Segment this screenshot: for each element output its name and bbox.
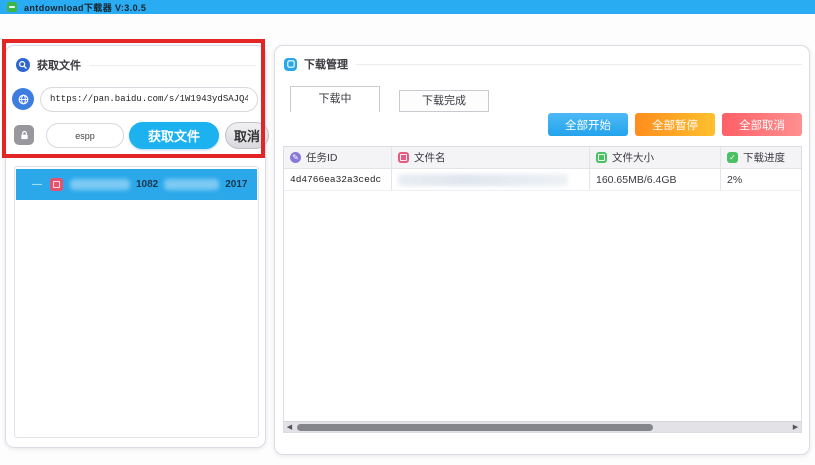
section-divider — [356, 64, 802, 65]
filename-fragment: 2017 — [225, 179, 247, 190]
scroll-left-icon[interactable]: ◀ — [284, 422, 295, 433]
fetch-section-title: 获取文件 — [37, 57, 81, 73]
scrollbar-track[interactable] — [295, 422, 790, 433]
app-logo-icon — [7, 2, 17, 12]
manage-section-title: 下载管理 — [304, 56, 348, 72]
column-file-size: 文件大小 — [590, 147, 721, 168]
task-id-icon: ✎ — [290, 152, 301, 163]
download-row[interactable]: 4d4766ea32a3cedc 160.65MB/6.4GB 2% — [284, 169, 801, 191]
cancel-all-button[interactable]: 全部取消 — [722, 113, 802, 136]
cell-file-size: 160.65MB/6.4GB — [590, 169, 721, 190]
column-task-id: ✎ 任务ID — [284, 147, 392, 168]
redacted-filename-blob — [398, 174, 568, 186]
url-row — [12, 86, 262, 112]
tree-collapse-icon[interactable]: — — [32, 179, 42, 190]
file-size-icon — [596, 152, 607, 163]
manage-section-header: 下载管理 — [284, 56, 802, 72]
pause-all-button[interactable]: 全部暂停 — [635, 113, 715, 136]
download-table: ✎ 任务ID 文件名 文件大小 ✓ 下载进度 4d4766ea32a3cedc … — [283, 146, 802, 433]
lock-icon — [14, 125, 34, 145]
scrollbar-thumb[interactable] — [297, 424, 653, 431]
progress-check-icon: ✓ — [727, 152, 738, 163]
scroll-right-icon[interactable]: ▶ — [790, 422, 801, 433]
file-tree-list[interactable]: — 1082 2017 — [14, 166, 259, 438]
redacted-filename-blob — [164, 179, 219, 190]
cell-task-id: 4d4766ea32a3cedc — [284, 169, 392, 190]
cancel-button[interactable]: 取消 — [225, 122, 269, 149]
cell-file-name — [392, 169, 590, 190]
download-manager-panel: 下载管理 下载中 下载完成 全部开始 全部暂停 全部取消 ✎ 任务ID 文件名 … — [274, 45, 810, 455]
fetch-section-header: 获取文件 — [16, 57, 256, 73]
cell-progress: 2% — [721, 169, 801, 190]
fetch-file-panel: 获取文件 获取文件 取消 — 1082 — [5, 45, 266, 448]
bulk-action-buttons: 全部开始 全部暂停 全部取消 — [548, 113, 802, 136]
column-progress: ✓ 下载进度 — [721, 147, 801, 168]
tab-downloading[interactable]: 下载中 — [290, 86, 380, 112]
search-icon — [16, 58, 30, 72]
redacted-filename-blob — [70, 179, 130, 190]
download-manager-icon — [284, 58, 297, 71]
tab-completed[interactable]: 下载完成 — [399, 90, 489, 112]
file-type-icon — [50, 178, 63, 191]
titlebar: antdownload下载器 V:3.0.5 — [0, 0, 815, 14]
file-name-icon — [398, 152, 409, 163]
horizontal-scrollbar[interactable]: ◀ ▶ — [284, 421, 801, 432]
selected-file-item[interactable]: — 1082 2017 — [16, 169, 257, 200]
share-url-input[interactable] — [40, 87, 258, 112]
extract-code-input[interactable] — [46, 123, 124, 148]
fetch-file-button[interactable]: 获取文件 — [129, 122, 219, 149]
table-header-row: ✎ 任务ID 文件名 文件大小 ✓ 下载进度 — [284, 147, 801, 169]
section-divider — [89, 65, 256, 66]
start-all-button[interactable]: 全部开始 — [548, 113, 628, 136]
filename-fragment: 1082 — [136, 179, 158, 190]
extract-code-row: 获取文件 取消 — [14, 122, 264, 149]
window-title: antdownload下载器 V:3.0.5 — [24, 1, 146, 14]
column-file-name: 文件名 — [392, 147, 590, 168]
link-globe-icon — [12, 88, 34, 110]
